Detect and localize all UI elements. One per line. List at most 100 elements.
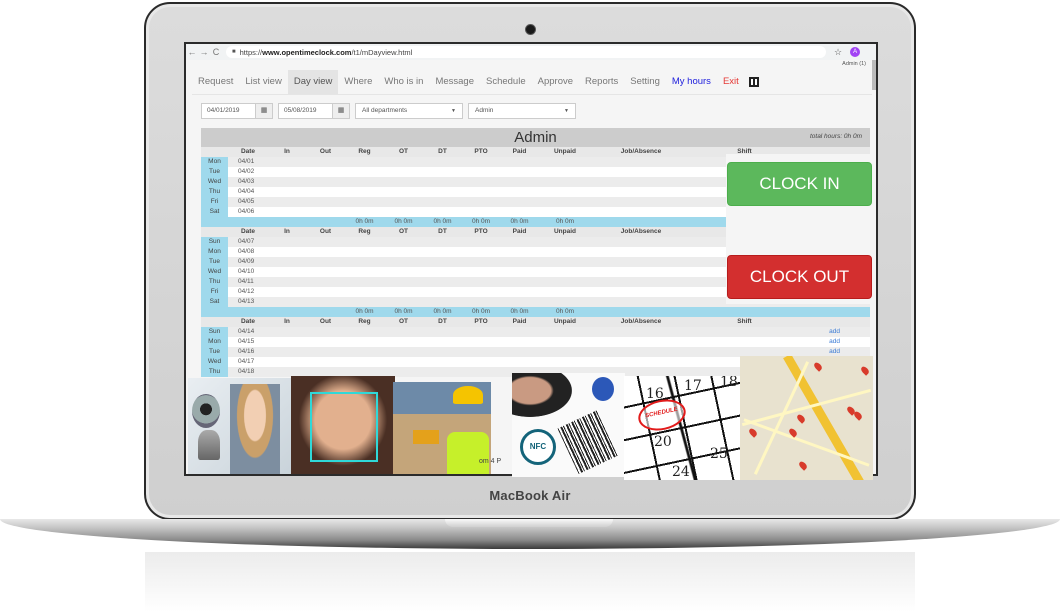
add-link[interactable]: add xyxy=(798,337,870,347)
calendar-number: 17 xyxy=(684,378,702,394)
date-cell: 04/07 xyxy=(238,238,255,245)
unpaid-cell xyxy=(539,197,591,207)
total-ot: 0h 0m xyxy=(394,218,413,225)
column-header-ot: OT xyxy=(398,148,409,155)
day-label: Thu xyxy=(201,277,228,287)
profile-avatar[interactable]: A xyxy=(850,47,861,57)
pto-cell xyxy=(462,247,500,257)
url-domain: www.opentimeclock.com xyxy=(262,47,352,57)
paid-cell xyxy=(500,257,539,267)
ot-cell xyxy=(384,237,423,247)
forward-icon[interactable]: → xyxy=(198,47,210,57)
clock-in-button[interactable]: CLOCK IN xyxy=(727,162,872,206)
column-header-pto: PTO xyxy=(474,148,488,155)
ot-cell xyxy=(384,187,423,197)
out-cell xyxy=(306,187,345,197)
filter-bar: 04/01/2019 ▦ 05/08/2019 ▦ All department… xyxy=(201,103,576,119)
tab-schedule[interactable]: Schedule xyxy=(480,70,532,94)
employee-name: Admin xyxy=(514,129,557,146)
unpaid-cell xyxy=(539,267,591,277)
total-reg: 0h 0m xyxy=(355,308,374,315)
total-spacer xyxy=(306,307,345,317)
out-cell xyxy=(306,357,345,367)
tab-my-hours[interactable]: My hours xyxy=(666,70,717,94)
dt-cell xyxy=(423,197,462,207)
column-header-shift: Shift xyxy=(737,318,752,325)
page-scrollbar[interactable] xyxy=(872,60,876,90)
address-bar[interactable]: ■ https://www.opentimeclock.com/t1/mDayv… xyxy=(226,46,826,58)
tab-approve[interactable]: Approve xyxy=(532,70,579,94)
paid-cell xyxy=(500,157,539,167)
unpaid-cell xyxy=(539,167,591,177)
unpaid-cell xyxy=(539,177,591,187)
column-header-in: In xyxy=(284,228,290,235)
date-cell: 04/02 xyxy=(238,168,255,175)
pto-cell xyxy=(462,367,500,377)
webcam-clock-photo xyxy=(188,378,292,474)
tab-message[interactable]: Message xyxy=(429,70,480,94)
dt-cell xyxy=(423,357,462,367)
out-cell xyxy=(306,337,345,347)
date-cell: 04/04 xyxy=(238,188,255,195)
tab-where[interactable]: Where xyxy=(338,70,378,94)
dt-cell xyxy=(423,247,462,257)
out-cell xyxy=(306,237,345,247)
day-label: Fri xyxy=(201,197,228,207)
end-date-input[interactable]: 05/08/2019 xyxy=(279,104,332,118)
start-date-picker[interactable]: 04/01/2019 ▦ xyxy=(201,103,273,119)
calendar-icon[interactable]: ▦ xyxy=(332,104,349,118)
in-cell xyxy=(268,237,306,247)
tab-request[interactable]: Request xyxy=(192,70,239,94)
pto-cell xyxy=(462,157,500,167)
reg-cell xyxy=(345,187,384,197)
date-cell: 04/05 xyxy=(238,198,255,205)
department-select[interactable]: All departments ▼ xyxy=(355,103,463,119)
reg-cell xyxy=(345,197,384,207)
reg-cell xyxy=(345,167,384,177)
url-prefix: https:// xyxy=(239,47,263,57)
column-header-date: Date xyxy=(240,318,256,325)
calendar-icon[interactable]: ▦ xyxy=(255,104,272,118)
job-cell xyxy=(591,267,691,277)
face-detection-frame xyxy=(310,392,378,462)
unpaid-cell xyxy=(539,337,591,347)
total-spacer xyxy=(201,217,228,227)
shift-cell xyxy=(691,327,798,337)
webcam-icon xyxy=(192,394,220,428)
out-cell xyxy=(306,157,345,167)
bookmark-star-icon[interactable]: ☆ xyxy=(834,47,842,58)
tab-who-is-in[interactable]: Who is in xyxy=(378,70,429,94)
back-icon[interactable]: ← xyxy=(186,47,198,57)
tab-reports[interactable]: Reports xyxy=(579,70,624,94)
qr-code-icon[interactable] xyxy=(748,77,759,87)
day-label: Fri xyxy=(201,287,228,297)
employee-select[interactable]: Admin ▼ xyxy=(468,103,576,119)
total-dt: 0h 0m xyxy=(433,218,452,225)
clock-out-button[interactable]: CLOCK OUT xyxy=(727,255,872,299)
total-paid: 0h 0m xyxy=(510,218,529,225)
gps-map-photo xyxy=(740,356,873,480)
day-label: Thu xyxy=(201,187,228,197)
in-cell xyxy=(268,327,306,337)
tab-exit[interactable]: Exit xyxy=(717,70,745,94)
day-label: Sat xyxy=(201,297,228,307)
day-label: Tue xyxy=(201,257,228,267)
paid-cell xyxy=(500,337,539,347)
job-cell xyxy=(591,297,691,307)
date-cell: 04/01 xyxy=(238,158,255,165)
start-date-input[interactable]: 04/01/2019 xyxy=(202,104,255,118)
tab-list-view[interactable]: List view xyxy=(239,70,287,94)
in-cell xyxy=(268,267,306,277)
end-date-picker[interactable]: 05/08/2019 ▦ xyxy=(278,103,350,119)
column-header-job: Job/Absence xyxy=(620,228,662,235)
unpaid-cell xyxy=(539,327,591,337)
tab-day-view[interactable]: Day view xyxy=(287,70,339,94)
in-cell xyxy=(268,297,306,307)
add-link[interactable]: add xyxy=(798,327,870,337)
reload-icon[interactable]: C xyxy=(210,47,222,57)
paid-cell xyxy=(500,187,539,197)
column-header-job: Job/Absence xyxy=(620,148,662,155)
tab-setting[interactable]: Setting xyxy=(624,70,666,94)
job-cell xyxy=(591,357,691,367)
employee-value: Admin xyxy=(475,107,494,114)
